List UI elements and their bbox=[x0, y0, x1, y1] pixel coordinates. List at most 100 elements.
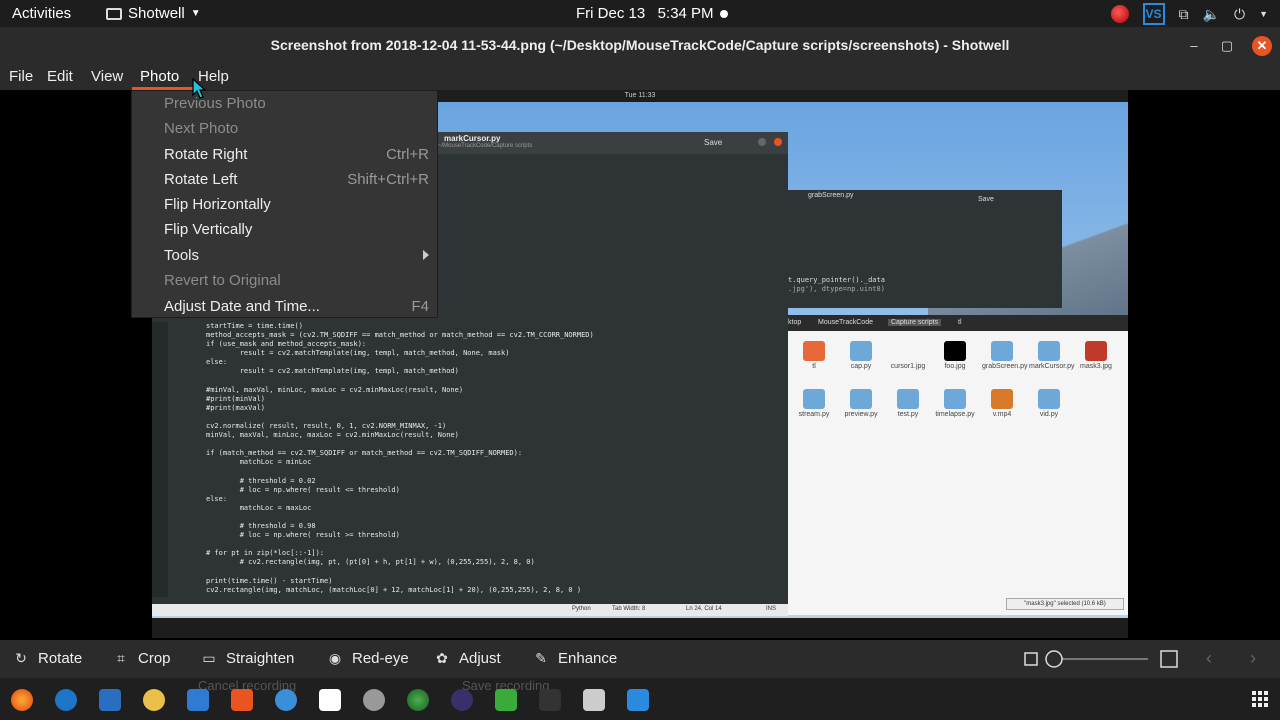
calc-icon[interactable] bbox=[495, 689, 517, 711]
file-icon bbox=[897, 389, 919, 409]
file-icon bbox=[803, 389, 825, 409]
crop-button[interactable]: ⌗ Crop bbox=[112, 650, 170, 667]
close-button[interactable]: ✕ bbox=[1252, 36, 1272, 56]
file-icon bbox=[1038, 389, 1060, 409]
show-apps-icon[interactable] bbox=[1252, 691, 1268, 707]
network-icon[interactable]: ⧉ bbox=[1179, 6, 1189, 23]
code-line: # threshold = 0.02 bbox=[206, 476, 316, 485]
menu-view[interactable]: View bbox=[91, 68, 123, 85]
file-icon bbox=[944, 389, 966, 409]
shotwell-icon[interactable] bbox=[627, 689, 649, 711]
code-line: # loc = np.where( result <= threshold) bbox=[206, 485, 400, 494]
previous-photo-arrow-icon[interactable]: ‹ bbox=[1206, 648, 1212, 669]
rotate-button[interactable]: ↻ Rotate bbox=[12, 650, 82, 667]
zoom-slider-handle[interactable] bbox=[1045, 650, 1063, 668]
editor-language: Python bbox=[572, 606, 591, 612]
file-label: foo.jpg bbox=[944, 363, 966, 370]
code-line: # cv2.rectangle(img, pt, (pt[0] + h, pt[… bbox=[206, 558, 535, 567]
menu-edit[interactable]: Edit bbox=[47, 68, 73, 85]
editor-filename: markCursor.py bbox=[444, 134, 501, 143]
app-menu-label: Shotwell bbox=[128, 5, 185, 22]
clock[interactable]: Fri Dec 13 5:34 PM bbox=[576, 5, 728, 22]
help-icon[interactable] bbox=[275, 689, 297, 711]
taskbar: Cancel recording Save recording bbox=[0, 678, 1280, 720]
bottom-toolbar: ↻ Rotate ⌗ Crop ▭ Straighten ◉ Red-eye ✿… bbox=[0, 640, 1280, 678]
activities-button[interactable]: Activities bbox=[12, 5, 71, 22]
photo-inner-dock bbox=[152, 618, 1128, 638]
image-viewer-icon[interactable] bbox=[583, 689, 605, 711]
code-line: #print(maxVal) bbox=[206, 403, 266, 412]
code-line: if (use_mask and method_accepts_mask): bbox=[206, 340, 367, 349]
file-label: markCursor.py bbox=[1029, 363, 1075, 370]
power-icon[interactable]: ⏻ bbox=[1234, 6, 1245, 23]
grab-code-1: t.query_pointer()._data bbox=[788, 276, 885, 284]
chevron-down-icon: ▼ bbox=[190, 8, 201, 19]
enhance-icon: ✎ bbox=[535, 650, 547, 666]
code-line: minVal, maxVal, minLoc, maxLoc = cv2.min… bbox=[206, 431, 459, 440]
menu-file[interactable]: File bbox=[9, 68, 33, 85]
file-label: test.py bbox=[897, 411, 919, 418]
next-photo-arrow-icon[interactable]: › bbox=[1250, 648, 1256, 669]
chevron-down-icon[interactable]: ▼ bbox=[1259, 9, 1268, 19]
editor-tab-width: Tab Width: 8 bbox=[612, 606, 646, 612]
volume-icon[interactable]: 🔈 bbox=[1203, 6, 1220, 23]
code-line: #minVal, maxVal, minLoc, maxLoc = cv2.mi… bbox=[206, 385, 464, 394]
firefox-icon[interactable] bbox=[11, 689, 33, 711]
file-icon bbox=[1038, 341, 1060, 361]
file-item: v.mp4 bbox=[982, 389, 1022, 418]
rhythmbox-icon[interactable] bbox=[143, 689, 165, 711]
files-breadcrumb: ktop MouseTrackCode Capture scripts tl bbox=[788, 315, 1128, 331]
eclipse-icon[interactable] bbox=[451, 689, 473, 711]
zoom-in-icon[interactable] bbox=[1160, 650, 1178, 668]
straighten-button[interactable]: ▭ Straighten bbox=[200, 650, 294, 667]
record-icon[interactable] bbox=[1110, 5, 1129, 23]
terminal-icon[interactable] bbox=[539, 689, 561, 711]
file-label: cursor1.jpg bbox=[890, 363, 926, 370]
writer-icon[interactable] bbox=[187, 689, 209, 711]
zoom-slider-track[interactable] bbox=[1060, 658, 1148, 660]
amazon-icon[interactable] bbox=[319, 689, 341, 711]
menu-photo[interactable]: Photo bbox=[140, 68, 179, 85]
photo-menu-dropdown: Previous Photo Next Photo Rotate Right C… bbox=[131, 90, 438, 318]
minimize-button[interactable]: – bbox=[1184, 36, 1204, 56]
file-label: stream.py bbox=[798, 411, 830, 418]
photo-grab-window: grabScreen.py Save t.query_pointer()._da… bbox=[788, 190, 1062, 308]
file-item: mask3.jpg bbox=[1076, 341, 1116, 370]
window-titlebar: Screenshot from 2018-12-04 11-53-44.png … bbox=[0, 27, 1280, 64]
file-item: test.py bbox=[888, 389, 928, 418]
code-line: result = cv2.matchTemplate(img, templ, m… bbox=[206, 349, 510, 358]
enhance-button[interactable]: ✎ Enhance bbox=[532, 650, 617, 667]
software-icon[interactable] bbox=[231, 689, 253, 711]
adjust-button[interactable]: ✿ Adjust bbox=[433, 650, 501, 667]
file-item: markCursor.py bbox=[1029, 341, 1075, 370]
file-item: preview.py bbox=[841, 389, 881, 418]
chrome-icon[interactable] bbox=[407, 689, 429, 711]
code-line: else: bbox=[206, 358, 228, 367]
settings-icon[interactable] bbox=[363, 689, 385, 711]
file-item: tl bbox=[794, 341, 834, 370]
vscode-tray-icon[interactable]: VS bbox=[1142, 3, 1165, 25]
zoom-out-icon[interactable] bbox=[1024, 652, 1038, 666]
app-menu[interactable]: Shotwell ▼ bbox=[106, 5, 201, 22]
file-icon bbox=[991, 341, 1013, 361]
photo-files-window: ktop MouseTrackCode Capture scripts tl t… bbox=[788, 315, 1128, 615]
thunderbird-icon[interactable] bbox=[55, 689, 77, 711]
breadcrumb-item: ktop bbox=[788, 319, 802, 326]
file-icon bbox=[1085, 341, 1107, 361]
redeye-button[interactable]: ◉ Red-eye bbox=[326, 650, 409, 667]
code-line: matchLoc = maxLoc bbox=[206, 503, 312, 512]
code-line: #print(minVal) bbox=[206, 394, 266, 403]
code-line: # loc = np.where( result >= threshold) bbox=[206, 531, 400, 540]
code-line: cv2.rectangle(img, matchLoc, (matchLoc[0… bbox=[206, 585, 582, 594]
files-icon[interactable] bbox=[99, 689, 121, 711]
editor-save-button: Save bbox=[704, 138, 723, 147]
maximize-button[interactable]: ▢ bbox=[1217, 36, 1237, 56]
file-label: vid.py bbox=[1039, 411, 1059, 418]
breadcrumb-item: tl bbox=[958, 319, 962, 326]
file-item: timelapse.py bbox=[935, 389, 975, 418]
grab-code-2: .jpg'), dtype=np.uint8) bbox=[788, 285, 885, 293]
